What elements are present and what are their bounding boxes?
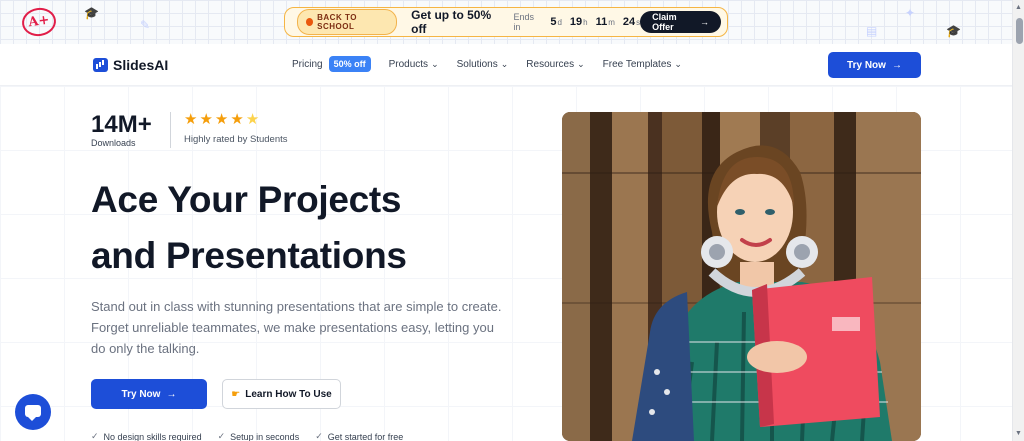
learn-how-label: Learn How To Use <box>245 388 332 400</box>
sparkle-doodle-icon: ✦ <box>905 6 916 20</box>
chevron-down-icon: ⌄ <box>674 58 682 69</box>
arrow-right-icon: → <box>891 59 902 71</box>
learn-how-to-use-button[interactable]: ☛ Learn How To Use <box>222 379 341 409</box>
scroll-up-arrow-icon[interactable]: ▲ <box>1015 4 1022 11</box>
claim-offer-label: Claim Offer <box>652 12 677 32</box>
feature-item: ✓ No design skills required <box>91 431 202 441</box>
countdown-minutes: 11m <box>595 16 615 28</box>
downloads-stat: 14M+ Downloads <box>91 111 152 149</box>
nav-item-pricing[interactable]: Pricing <box>292 59 323 70</box>
chevron-down-icon: ⌄ <box>500 58 509 69</box>
pricing-discount-badge: 50% off <box>328 56 371 72</box>
nav-item-products[interactable]: Products ⌄ <box>389 59 439 70</box>
book-doodle-icon: ▤ <box>866 24 878 38</box>
downloads-label: Downloads <box>91 138 136 148</box>
grad-cap-doodle-icon: 🎓 <box>84 6 99 20</box>
headline-line-1: Ace Your Projects <box>91 179 402 220</box>
star-icon: ★ <box>199 111 213 128</box>
nav-try-now-button[interactable]: Try Now → <box>828 52 921 78</box>
promo-offer-pill: BACK TO SCHOOL Get up to 50% off Ends in… <box>284 7 728 37</box>
ends-in-label: Ends in <box>513 12 534 32</box>
star-icon: ★ <box>230 111 244 128</box>
top-navigation: SlidesAI Pricing 50% off Products ⌄ Solut… <box>0 44 1012 86</box>
pointing-hand-icon: ☛ <box>231 388 241 400</box>
star-icon: ★ <box>184 111 198 128</box>
countdown-hours: 19h <box>569 16 588 28</box>
scroll-down-arrow-icon[interactable]: ▼ <box>1015 430 1022 437</box>
feature-item: ✓ Get started for free <box>315 431 404 441</box>
a-plus-doodle-icon: A+ <box>20 5 58 39</box>
hero-headline: Ace Your Projects and Presentations <box>91 172 407 284</box>
countdown-seconds: 24s <box>622 16 641 28</box>
rating-block: ★ ★ ★ ★ ★ Highly rated by Students <box>184 112 288 146</box>
hero-try-now-label: Try Now <box>121 388 161 400</box>
school-icon <box>306 18 314 26</box>
chat-bubble-icon <box>25 405 41 421</box>
nav-item-free-templates[interactable]: Free Templates ⌄ <box>603 59 682 70</box>
grad-cap-doodle-icon-2: 🎓 <box>946 24 961 38</box>
nav-menu: Pricing 50% off Products ⌄ Solutions ⌄ Res… <box>292 56 700 72</box>
scrollbar-thumb[interactable] <box>1016 18 1023 44</box>
brand-name: SlidesAI <box>113 57 169 73</box>
chat-widget-button[interactable] <box>15 394 51 430</box>
countdown-timer: 5d 19h 11m 24s <box>550 16 640 28</box>
page-scrollbar[interactable]: ▲ ▼ <box>1012 0 1024 441</box>
offer-text: Get up to 50% off <box>411 8 499 36</box>
chevron-down-icon: ⌄ <box>577 58 585 69</box>
back-to-school-tag: BACK TO SCHOOL <box>297 9 398 35</box>
brand-logo[interactable]: SlidesAI <box>93 57 168 73</box>
slidesai-logo-icon <box>93 58 108 72</box>
stat-divider <box>170 112 171 148</box>
chevron-down-icon: ⌄ <box>431 58 439 69</box>
rating-label: Highly rated by Students <box>184 134 288 145</box>
arrow-right-icon: → <box>700 17 709 27</box>
feature-item: ✓ Setup in seconds <box>217 431 300 441</box>
headline-line-2: and Presentations <box>91 235 407 276</box>
star-icon: ★ <box>214 111 229 128</box>
star-rating: ★ ★ ★ ★ ★ <box>184 112 288 128</box>
nav-try-now-label: Try Now <box>847 59 886 71</box>
downloads-count: 14M+ <box>91 111 152 138</box>
check-icon: ✓ <box>217 431 226 441</box>
hero-try-now-button[interactable]: Try Now → <box>91 379 207 409</box>
nav-item-solutions[interactable]: Solutions ⌄ <box>457 59 509 70</box>
hero-subtext: Stand out in class with stunning present… <box>91 299 502 356</box>
promo-banner: A+ 🎓 ✎ ▤ ✦ 🎓 BACK TO SCHOOL Get up to 50… <box>0 0 1012 44</box>
feature-list: ✓ No design skills required ✓ Setup in sec… <box>91 431 403 441</box>
hero-student-photo <box>562 112 921 441</box>
claim-offer-button[interactable]: Claim Offer → <box>640 11 721 33</box>
half-star-icon: ★ <box>245 111 260 128</box>
nav-item-resources[interactable]: Resources ⌄ <box>526 59 584 70</box>
check-icon: ✓ <box>91 431 99 441</box>
check-icon: ✓ <box>315 431 323 441</box>
pencil-doodle-icon: ✎ <box>140 18 151 32</box>
hero-section: 14M+ Downloads ★ ★ ★ ★ ★ Highly rated by… <box>0 86 1012 441</box>
arrow-right-icon: → <box>166 388 177 400</box>
countdown-days: 5d <box>550 16 562 28</box>
back-to-school-label: BACK TO SCHOOL <box>317 13 357 31</box>
offer-prefix: Get up to <box>411 8 468 22</box>
